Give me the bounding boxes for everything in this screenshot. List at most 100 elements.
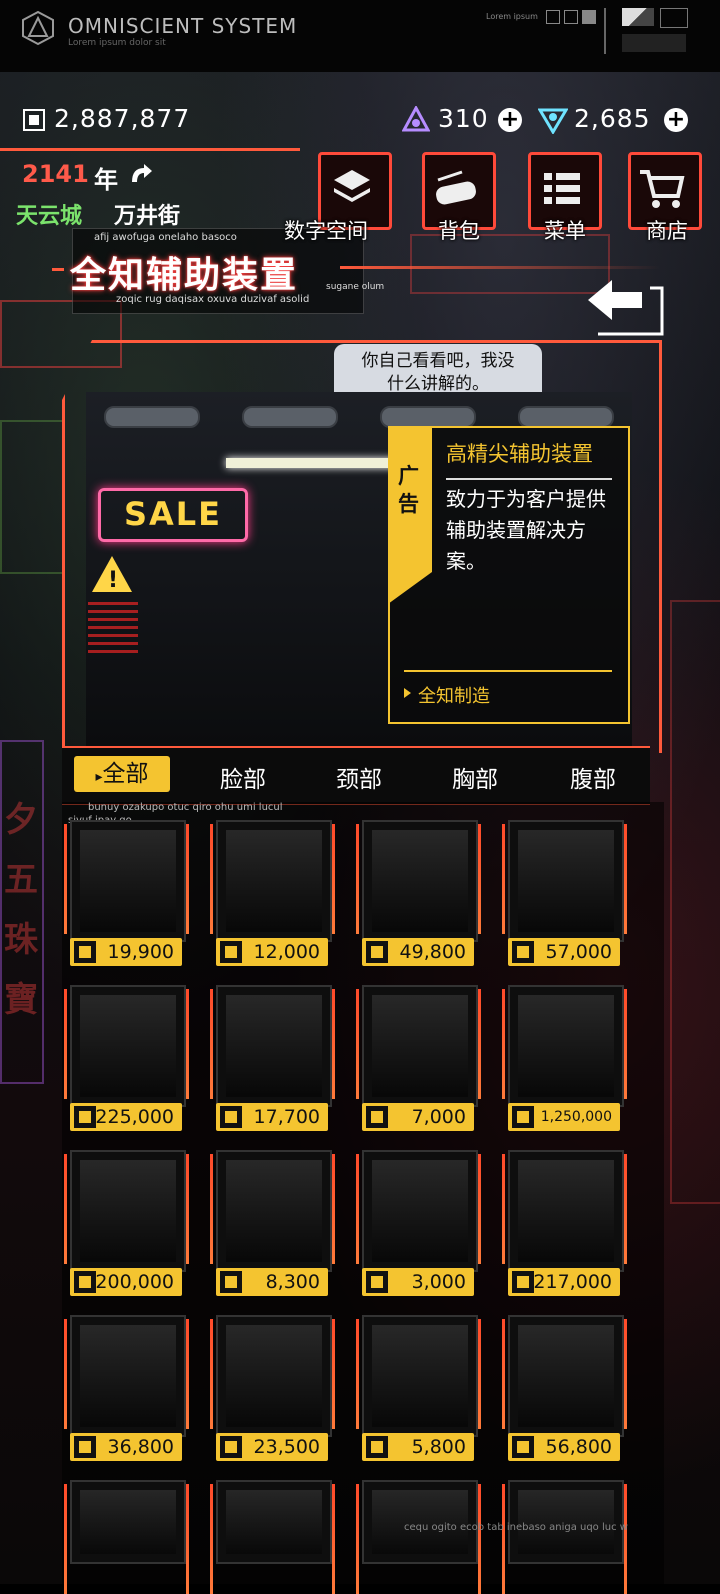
chip-currency-icon xyxy=(220,1271,242,1293)
neon-edge xyxy=(210,1319,213,1429)
divider xyxy=(604,8,606,54)
shop-label: 商店 xyxy=(646,219,688,243)
system-bar: OMNISCIENT SYSTEM Lorem ipsum dolor sit … xyxy=(0,0,720,72)
item-display-case xyxy=(508,985,624,1107)
item-price: 17,700 xyxy=(253,1106,320,1128)
neon-edge xyxy=(210,989,213,1099)
blue-gem-icon xyxy=(538,108,568,134)
neon-edge xyxy=(186,1319,189,1429)
item-price-tag: 36,800 xyxy=(70,1433,182,1461)
item-slot[interactable]: 36,800 xyxy=(62,1307,189,1461)
item-slot[interactable]: 3,000 xyxy=(354,1142,481,1296)
neon-edge xyxy=(210,1484,213,1594)
chip-currency-icon xyxy=(74,1271,96,1293)
item-slot[interactable]: 200,000 xyxy=(62,1142,189,1296)
neon-edge xyxy=(64,1484,67,1594)
item-price: 57,000 xyxy=(545,941,612,963)
item-price: 225,000 xyxy=(95,1106,174,1128)
background-sign-glyphs: 夕五珠寶 xyxy=(4,800,38,1020)
item-price-tag: 56,800 xyxy=(508,1433,620,1461)
item-slot[interactable]: 1,250,000 xyxy=(500,977,627,1131)
item-display-case xyxy=(70,820,186,942)
neon-edge xyxy=(356,1319,359,1429)
item-display-case xyxy=(508,1150,624,1272)
backpack-label: 背包 xyxy=(438,219,480,243)
item-price-tag: 217,000 xyxy=(508,1268,620,1296)
tab-chest[interactable]: 胸部 xyxy=(452,760,498,794)
item-price: 49,800 xyxy=(399,941,466,963)
item-slot[interactable]: 8,300 xyxy=(208,1142,335,1296)
item-slot[interactable]: 56,800 xyxy=(500,1307,627,1461)
city-name: 天云城 xyxy=(16,204,83,229)
item-slot-empty[interactable] xyxy=(208,1472,335,1594)
ad-divider xyxy=(404,670,612,672)
neon-edge xyxy=(332,1154,335,1264)
title-rule xyxy=(340,266,660,269)
item-slot[interactable]: 23,500 xyxy=(208,1307,335,1461)
item-display-case xyxy=(70,1315,186,1437)
neon-sign xyxy=(670,600,720,1204)
item-slot[interactable]: 57,000 xyxy=(500,812,627,966)
neon-edge xyxy=(64,1319,67,1429)
chip-currency-icon xyxy=(512,1106,534,1128)
item-price-tag: 23,500 xyxy=(216,1433,328,1461)
add-blue-gem-button[interactable]: + xyxy=(664,108,688,132)
item-display-case xyxy=(70,985,186,1107)
chip-currency-icon xyxy=(74,1106,96,1128)
item-display-case xyxy=(362,985,478,1107)
neon-edge xyxy=(356,989,359,1099)
neon-edge xyxy=(186,824,189,934)
neon-edge xyxy=(356,824,359,934)
neon-edge xyxy=(478,824,481,934)
item-price-tag: 17,700 xyxy=(216,1103,328,1131)
item-slot[interactable]: 217,000 xyxy=(500,1142,627,1296)
back-arrow-icon[interactable] xyxy=(584,274,668,340)
item-display-case xyxy=(216,985,332,1107)
item-slot[interactable]: 225,000 xyxy=(62,977,189,1131)
item-price: 56,800 xyxy=(545,1436,612,1458)
ad-maker: 全知制造 xyxy=(418,686,490,707)
item-display-case xyxy=(70,1480,186,1564)
status-blur xyxy=(622,34,686,52)
item-slot[interactable]: 12,000 xyxy=(208,812,335,966)
chip-currency-icon xyxy=(512,941,534,963)
item-price-tag: 3,000 xyxy=(362,1268,474,1296)
item-price-tag: 7,000 xyxy=(362,1103,474,1131)
neon-edge xyxy=(502,824,505,934)
title-subtext-bottom: zoqic rug daqisax oxuva duzivaf asolid xyxy=(116,294,310,305)
tab-abdomen[interactable]: 腹部 xyxy=(570,760,616,794)
ceiling-lamp xyxy=(380,406,476,428)
neon-edge xyxy=(502,989,505,1099)
list-icon xyxy=(544,173,580,204)
refresh-icon[interactable] xyxy=(126,162,156,190)
blue-gem-balance: 2,685 xyxy=(574,104,651,133)
triangle-bullet-icon xyxy=(404,688,411,698)
item-price: 12,000 xyxy=(253,941,320,963)
item-slot[interactable]: 49,800 xyxy=(354,812,481,966)
item-slot[interactable]: 5,800 xyxy=(354,1307,481,1461)
ad-tab-label: 广告 xyxy=(398,464,419,516)
item-display-case xyxy=(216,1480,332,1564)
item-price-tag: 5,800 xyxy=(362,1433,474,1461)
chip-currency-icon xyxy=(366,1106,388,1128)
omniscient-logo-icon xyxy=(22,10,54,46)
category-tabs: ▸全部 脸部 颈部 胸部 腹部 xyxy=(62,746,650,805)
tab-neck[interactable]: 颈部 xyxy=(336,760,382,794)
neon-sign xyxy=(0,420,64,574)
item-slot[interactable]: 19,900 xyxy=(62,812,189,966)
neon-edge xyxy=(478,1154,481,1264)
tab-face[interactable]: 脸部 xyxy=(220,760,266,794)
year-suffix: 年 xyxy=(94,166,118,194)
neon-edge xyxy=(186,1484,189,1594)
item-display-case xyxy=(70,1150,186,1272)
chip-currency-icon xyxy=(366,941,388,963)
item-slot[interactable]: 17,700 xyxy=(208,977,335,1131)
item-price-tag: 225,000 xyxy=(70,1103,182,1131)
item-slot-empty[interactable] xyxy=(62,1472,189,1594)
chip-currency-icon xyxy=(220,1106,242,1128)
neon-edge xyxy=(332,1484,335,1594)
add-purple-gem-button[interactable]: + xyxy=(498,108,522,132)
tab-all[interactable]: ▸全部 xyxy=(74,756,170,792)
item-slot[interactable]: 7,000 xyxy=(354,977,481,1131)
warning-mark: ! xyxy=(108,568,119,593)
